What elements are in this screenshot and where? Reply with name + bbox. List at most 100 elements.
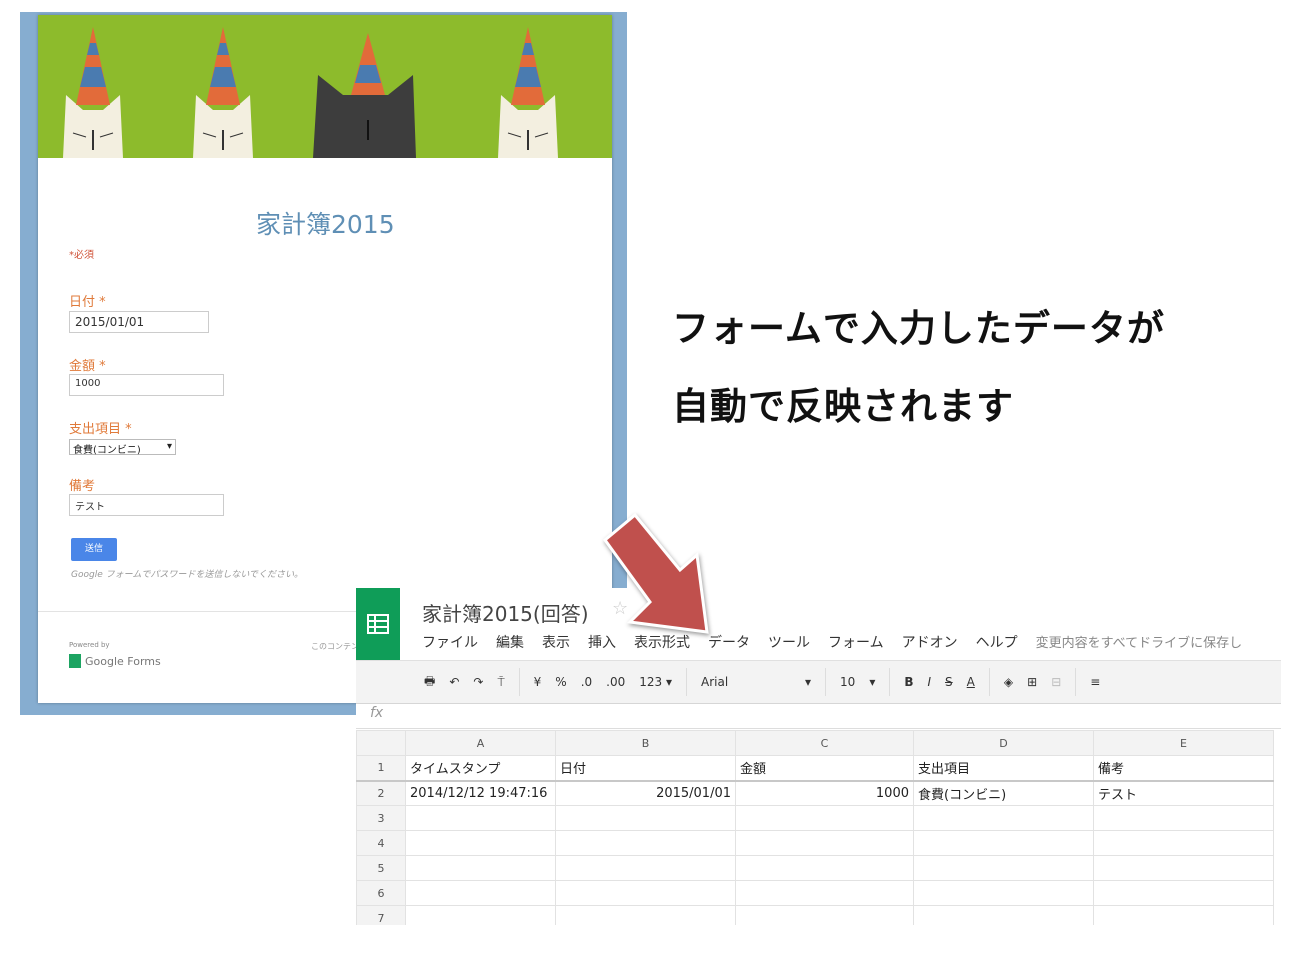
row-header[interactable]: 4 — [356, 830, 406, 856]
brand-text: Google Forms — [85, 654, 161, 668]
column-header[interactable]: B — [555, 730, 736, 756]
separator — [988, 668, 990, 696]
column-header[interactable]: A — [405, 730, 556, 756]
separator — [825, 668, 827, 696]
cell[interactable]: テスト — [1093, 780, 1274, 806]
increase-decimal-button[interactable]: .00 — [606, 675, 625, 689]
cell[interactable] — [913, 905, 1094, 925]
submit-button[interactable]: 送信 — [71, 538, 117, 561]
menu-tools[interactable]: ツール — [768, 632, 810, 652]
cell[interactable] — [735, 905, 914, 925]
cell[interactable] — [735, 855, 914, 881]
menu-edit[interactable]: 編集 — [496, 632, 524, 652]
cell[interactable] — [1093, 830, 1274, 856]
cell[interactable]: タイムスタンプ — [405, 755, 556, 781]
memo-input[interactable]: テスト — [69, 494, 224, 516]
sheet-title[interactable]: 家計簿2015(回答) — [422, 598, 589, 627]
menu-view[interactable]: 表示 — [542, 632, 570, 652]
cell[interactable] — [555, 855, 736, 881]
menu-file[interactable]: ファイル — [422, 632, 478, 652]
cell[interactable] — [555, 905, 736, 925]
redo-icon[interactable]: ↷ — [473, 675, 483, 689]
row-header[interactable]: 7 — [356, 905, 406, 925]
required-note: *必須 — [69, 250, 94, 261]
fx-icon: fx — [370, 705, 384, 721]
chevron-down-icon: ▾ — [805, 675, 812, 689]
google-forms-logo[interactable]: Google Forms — [69, 654, 161, 668]
number-format-button[interactable]: 123 ▾ — [639, 675, 672, 689]
cell[interactable] — [1093, 880, 1274, 906]
cell[interactable]: 支出項目 — [913, 755, 1094, 781]
sheets-logo-icon[interactable] — [356, 588, 400, 660]
column-header[interactable]: C — [735, 730, 914, 756]
cell[interactable] — [405, 880, 556, 906]
row-header[interactable]: 6 — [356, 880, 406, 906]
cell[interactable] — [1093, 905, 1274, 925]
menu-addons[interactable]: アドオン — [902, 632, 958, 652]
menu-bar: ファイル 編集 表示 挿入 表示形式 データ ツール フォーム アドオン ヘルプ… — [422, 632, 1242, 652]
font-size-select[interactable]: 10 — [840, 675, 855, 689]
cell[interactable] — [1093, 855, 1274, 881]
undo-icon[interactable]: ↶ — [449, 675, 459, 689]
separator — [686, 668, 687, 696]
cell[interactable]: 金額 — [735, 755, 914, 781]
strikethrough-button[interactable]: S — [945, 675, 953, 689]
category-select[interactable]: 食費(コンビニ) ▾ — [69, 439, 176, 456]
cell[interactable]: 1000 — [735, 780, 914, 806]
cell[interactable] — [405, 905, 556, 925]
cell[interactable] — [405, 830, 556, 856]
percent-button[interactable]: % — [555, 675, 566, 689]
fill-color-icon[interactable]: ◈ — [1004, 675, 1013, 689]
cell[interactable] — [555, 805, 736, 831]
corner-cell[interactable] — [356, 730, 406, 756]
merge-cells-icon[interactable]: ⊟ — [1051, 675, 1061, 689]
paint-format-icon[interactable]: ⍑ — [497, 675, 504, 690]
cell[interactable]: 備考 — [1093, 755, 1274, 781]
cell[interactable] — [1093, 805, 1274, 831]
memo-label: 備考 — [69, 479, 96, 494]
table-row: 4 — [356, 830, 1274, 856]
cell[interactable] — [555, 880, 736, 906]
date-input[interactable]: 2015/01/01 — [69, 311, 209, 333]
menu-form[interactable]: フォーム — [828, 632, 884, 652]
text-color-button[interactable]: A — [967, 675, 975, 689]
align-icon[interactable]: ≡ — [1090, 675, 1100, 689]
cell[interactable] — [735, 805, 914, 831]
table-row: 1 タイムスタンプ 日付 金額 支出項目 備考 — [356, 755, 1274, 781]
borders-icon[interactable]: ⊞ — [1027, 675, 1037, 689]
cell[interactable]: 2015/01/01 — [555, 780, 736, 806]
cell[interactable] — [913, 830, 1094, 856]
decrease-decimal-button[interactable]: .0 — [581, 675, 592, 689]
amount-input[interactable]: 1000 — [69, 374, 224, 396]
cell[interactable] — [735, 830, 914, 856]
bold-button[interactable]: B — [904, 675, 913, 689]
separator — [518, 668, 520, 696]
cell[interactable] — [913, 855, 1094, 881]
formula-bar[interactable]: fx — [356, 705, 1281, 729]
table-row: 7 — [356, 905, 1274, 925]
cell[interactable]: 日付 — [555, 755, 736, 781]
cell[interactable]: 食費(コンビニ) — [913, 780, 1094, 806]
currency-button[interactable]: ¥ — [534, 675, 542, 689]
cell[interactable]: 2014/12/12 19:47:16 — [405, 780, 556, 806]
form-title: 家計簿2015 — [256, 210, 395, 239]
cell[interactable] — [405, 805, 556, 831]
caption-line-1: フォームで入力したデータが — [672, 307, 1165, 350]
column-header[interactable]: D — [913, 730, 1094, 756]
cell[interactable] — [405, 855, 556, 881]
cats-banner-image — [38, 15, 612, 158]
cell[interactable] — [735, 880, 914, 906]
cell[interactable] — [913, 880, 1094, 906]
font-select[interactable]: Arial — [701, 675, 791, 689]
column-header[interactable]: E — [1093, 730, 1274, 756]
print-icon[interactable]: 🖶 — [424, 672, 435, 693]
chevron-down-icon: ▾ — [869, 675, 876, 689]
menu-help[interactable]: ヘルプ — [976, 632, 1018, 652]
row-header[interactable]: 2 — [356, 780, 406, 806]
row-header[interactable]: 5 — [356, 855, 406, 881]
italic-button[interactable]: I — [928, 675, 932, 689]
row-header[interactable]: 3 — [356, 805, 406, 831]
cell[interactable] — [913, 805, 1094, 831]
cell[interactable] — [555, 830, 736, 856]
row-header[interactable]: 1 — [356, 755, 406, 781]
